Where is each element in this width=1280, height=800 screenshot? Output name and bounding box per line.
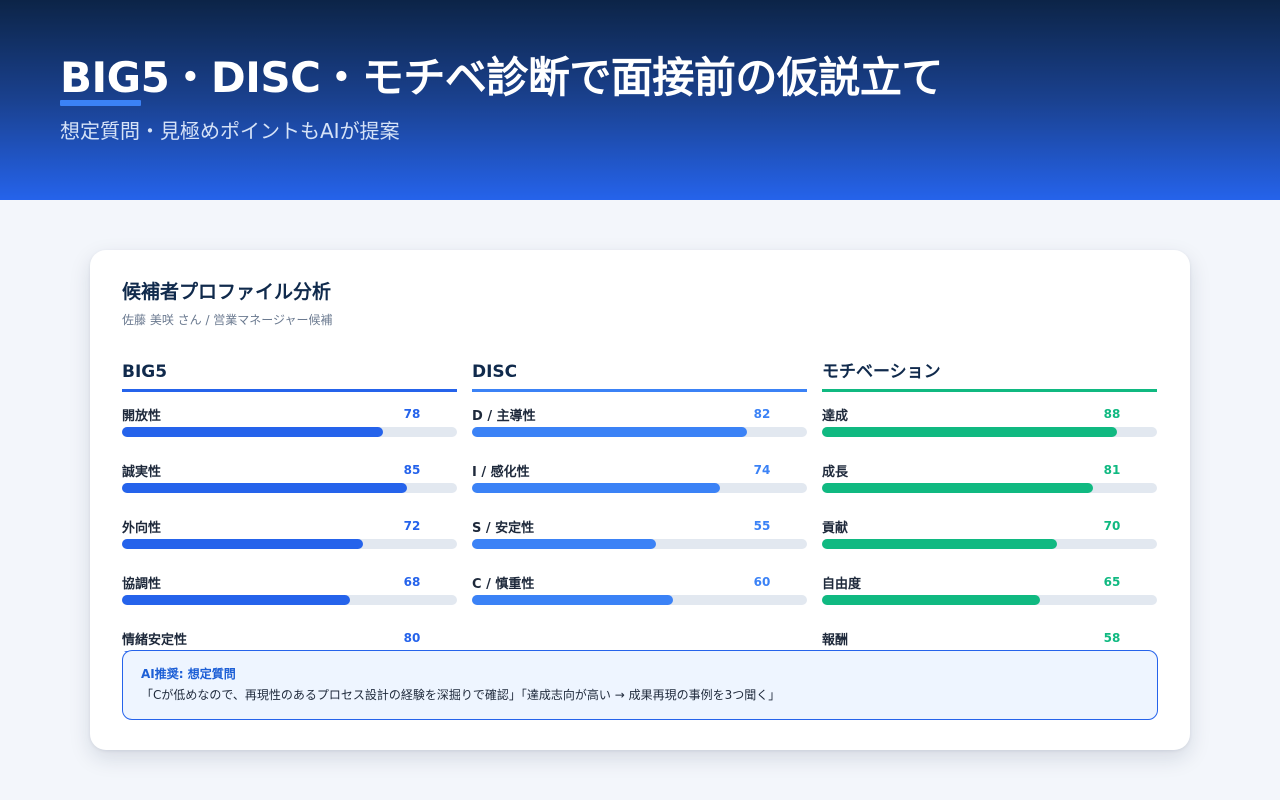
score-value: 65 (1103, 575, 1121, 589)
score-row: 貢献 70 (822, 519, 1157, 577)
profile-card: 候補者プロファイル分析 佐藤 美咲 さん / 営業マネージャー候補 BIG5 開… (90, 250, 1190, 750)
score-row: 協調性 68 (122, 575, 457, 633)
score-bar-fill (122, 483, 407, 493)
score-label: I / 感化性 (472, 465, 530, 480)
score-bar-fill (822, 427, 1117, 437)
column-title: DISC (472, 362, 518, 382)
score-bar-track (122, 483, 457, 493)
score-row: 達成 88 (822, 407, 1157, 465)
column-title: モチベーション (822, 362, 941, 382)
score-row: 成長 81 (822, 463, 1157, 521)
score-bar-fill (122, 595, 350, 605)
score-bar-fill (472, 595, 673, 605)
score-bar-fill (122, 427, 384, 437)
score-bar-track (472, 427, 807, 437)
column-divider (472, 389, 807, 392)
score-row: 開放性 78 (122, 407, 457, 465)
score-value: 78 (403, 407, 421, 421)
score-label: 外向性 (122, 521, 162, 536)
score-row: I / 感化性 74 (472, 463, 807, 521)
score-value: 72 (403, 519, 421, 533)
score-row: 誠実性 85 (122, 463, 457, 521)
score-bar-track (472, 539, 807, 549)
score-bar-track (822, 427, 1157, 437)
score-label: 協調性 (122, 577, 162, 592)
score-bar-fill (822, 483, 1094, 493)
score-bar-track (122, 595, 457, 605)
score-value: 88 (1103, 407, 1121, 421)
column-divider (122, 389, 457, 392)
score-bar-fill (472, 539, 657, 549)
motivation-column: モチベーション 達成 88 成長 81 貢献 70 自由度 65 報酬 58 (822, 360, 1157, 652)
score-bar-track (122, 539, 457, 549)
score-label: 貢献 (822, 521, 849, 536)
score-bar-fill (822, 595, 1040, 605)
score-value: 81 (1103, 463, 1121, 477)
score-bar-fill (122, 539, 364, 549)
score-label: S / 安定性 (472, 521, 535, 536)
score-bar-track (822, 539, 1157, 549)
score-label: 達成 (822, 409, 849, 424)
big5-column: BIG5 開放性 78 誠実性 85 外向性 72 協調性 68 情緒安定性 80 (122, 360, 457, 652)
score-value: 58 (1103, 631, 1121, 645)
score-label: 報酬 (822, 633, 849, 648)
disc-column: DISC D / 主導性 82 I / 感化性 74 S / 安定性 55 C / 慎重性 6… (472, 360, 807, 652)
score-value: 60 (753, 575, 771, 589)
page-title: BIG5・DISC・モチベ診断で面接前の仮説立て (60, 53, 943, 102)
score-row: S / 安定性 55 (472, 519, 807, 577)
column-title: BIG5 (122, 362, 168, 382)
score-label: 自由度 (822, 577, 862, 592)
hero-banner: BIG5・DISC・モチベ診断で面接前の仮説立て 想定質問・見極めポイントもAI… (0, 0, 1280, 200)
score-bar-track (822, 595, 1157, 605)
score-bar-track (472, 595, 807, 605)
card-title: 候補者プロファイル分析 (122, 281, 332, 303)
score-label: 成長 (822, 465, 849, 480)
ai-suggestion-text: 「Cが低めなので、再現性のあるプロセス設計の経験を深掘りで確認」「達成志向が高い… (141, 688, 781, 702)
score-label: 開放性 (122, 409, 162, 424)
title-accent-underline (60, 100, 141, 106)
score-row: C / 慎重性 60 (472, 575, 807, 633)
score-value: 80 (403, 631, 421, 645)
score-row: D / 主導性 82 (472, 407, 807, 465)
score-value: 82 (753, 407, 771, 421)
ai-suggestion-title: AI推奨: 想定質問 (141, 667, 236, 681)
score-bar-track (472, 483, 807, 493)
score-value: 70 (1103, 519, 1121, 533)
score-bar-track (122, 427, 457, 437)
page-subtitle: 想定質問・見極めポイントもAIが提案 (60, 119, 400, 143)
score-value: 74 (753, 463, 771, 477)
score-bar-track (822, 483, 1157, 493)
score-row: 自由度 65 (822, 575, 1157, 633)
candidate-subtitle: 佐藤 美咲 さん / 営業マネージャー候補 (122, 313, 333, 327)
score-value: 55 (753, 519, 771, 533)
score-value: 68 (403, 575, 421, 589)
score-bar-fill (472, 483, 720, 493)
score-row: 外向性 72 (122, 519, 457, 577)
score-bar-fill (472, 427, 747, 437)
column-divider (822, 389, 1157, 392)
score-label: 情緒安定性 (122, 633, 188, 648)
score-value: 85 (403, 463, 421, 477)
score-bar-fill (822, 539, 1057, 549)
score-label: C / 慎重性 (472, 577, 535, 592)
score-label: 誠実性 (122, 465, 162, 480)
ai-suggestion-box: AI推奨: 想定質問 「Cが低めなので、再現性のあるプロセス設計の経験を深掘りで… (122, 650, 1158, 720)
score-label: D / 主導性 (472, 409, 536, 424)
